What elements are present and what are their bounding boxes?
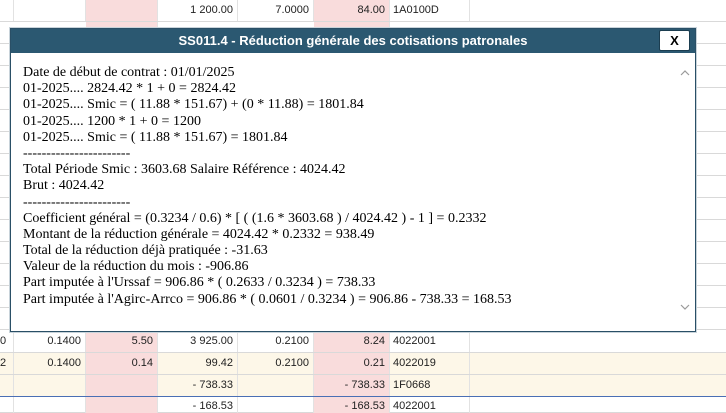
calc-line: 01-2025.... 1200 * 1 + 0 = 1200 [23,113,201,129]
agirc-arrco-share-line: Part imputée à l'Agirc-Arrco = 906.86 * … [23,291,512,307]
table-row[interactable]: - 168.53 - 168.53 4022001 [0,397,726,413]
table-cell [0,397,14,413]
calc-line: 01-2025.... Smic = ( 11.88 * 151.67) = 1… [23,129,288,145]
table-cell: 84.00 [314,0,390,21]
table-cell [86,0,158,21]
table-cell: - 168.53 [158,397,238,413]
table-cell: 5.50 [86,331,158,352]
table-cell: 0.2100 [238,353,314,374]
table-cell [238,375,314,396]
table-cell [86,375,158,396]
urssaf-share-line: Part imputée à l'Urssaf = 906.86 * ( 0.2… [23,275,376,291]
table-cell: 1A0100D [390,0,470,21]
coefficient-line: Coefficient général = (0.3234 / 0.6) * [… [23,210,487,226]
table-cell [14,0,86,21]
table-cell: 0.21 [314,353,390,374]
table-cell: 4022001 [390,397,470,413]
table-cell: 4022019 [390,353,470,374]
table-cell: 4022001 [390,331,470,352]
table-row[interactable]: 2 0.1400 0.14 99.42 0.2100 0.21 4022019 [0,353,726,375]
table-row[interactable]: 1 200.00 7.0000 84.00 1A0100D [0,0,726,22]
table-row[interactable]: - 738.33 - 738.33 1F0668 [0,375,726,397]
contract-start-line: Date de début de contrat : 01/01/2025 [23,65,235,80]
separator-line: ----------------------- [23,194,131,210]
calc-line: 01-2025.... 2824.42 * 1 + 0 = 2824.42 [23,81,236,97]
table-cell: - 738.33 [314,375,390,396]
table-cell: 3 925.00 [158,331,238,352]
table-cell [470,331,726,352]
dialog-title: SS011.4 - Réduction générale des cotisat… [178,33,528,48]
month-value-line: Valeur de la réduction du mois : -906.86 [23,259,249,275]
chevron-up-icon[interactable] [679,67,691,79]
table-cell: 99.42 [158,353,238,374]
calc-line: 01-2025.... Smic = ( 11.88 * 151.67) + (… [23,97,364,113]
table-cell [470,375,726,396]
table-cell: 7.0000 [238,0,314,21]
table-cell: 0.1400 [14,331,86,352]
already-applied-line: Total de la réduction déjà pratiquée : -… [23,243,268,259]
table-cell [0,375,14,396]
gross-line: Brut : 4024.42 [23,178,105,194]
table-cell [14,375,86,396]
table-cell: 8.24 [314,331,390,352]
table-cell: 0.14 [86,353,158,374]
table-cell: 0 [0,331,14,352]
chevron-down-icon[interactable] [679,301,691,313]
table-cell [470,397,726,413]
table-cell [14,397,86,413]
dialog-content: Date de début de contrat : 01/01/2025 01… [23,65,673,325]
table-cell: 1 200.00 [158,0,238,21]
total-period-line: Total Période Smic : 3603.68 Salaire Réf… [23,162,346,178]
table-cell [238,397,314,413]
table-cell [86,397,158,413]
table-row[interactable]: 0 0.1400 5.50 3 925.00 0.2100 8.24 40220… [0,331,726,353]
table-cell: 0.2100 [238,331,314,352]
separator-line: ----------------------- [23,145,131,161]
dialog-titlebar[interactable]: SS011.4 - Réduction générale des cotisat… [11,29,695,53]
table-cell: 0.1400 [14,353,86,374]
table-cell: - 168.53 [314,397,390,413]
table-cell [470,353,726,374]
table-cell [0,0,14,21]
reduction-amount-line: Montant de la réduction générale = 4024.… [23,226,375,242]
reduction-details-dialog: SS011.4 - Réduction générale des cotisat… [10,28,696,332]
close-button[interactable]: X [659,30,690,51]
table-cell: 1F0668 [390,375,470,396]
table-cell: 2 [0,353,14,374]
table-cell: - 738.33 [158,375,238,396]
table-cell [470,0,726,21]
